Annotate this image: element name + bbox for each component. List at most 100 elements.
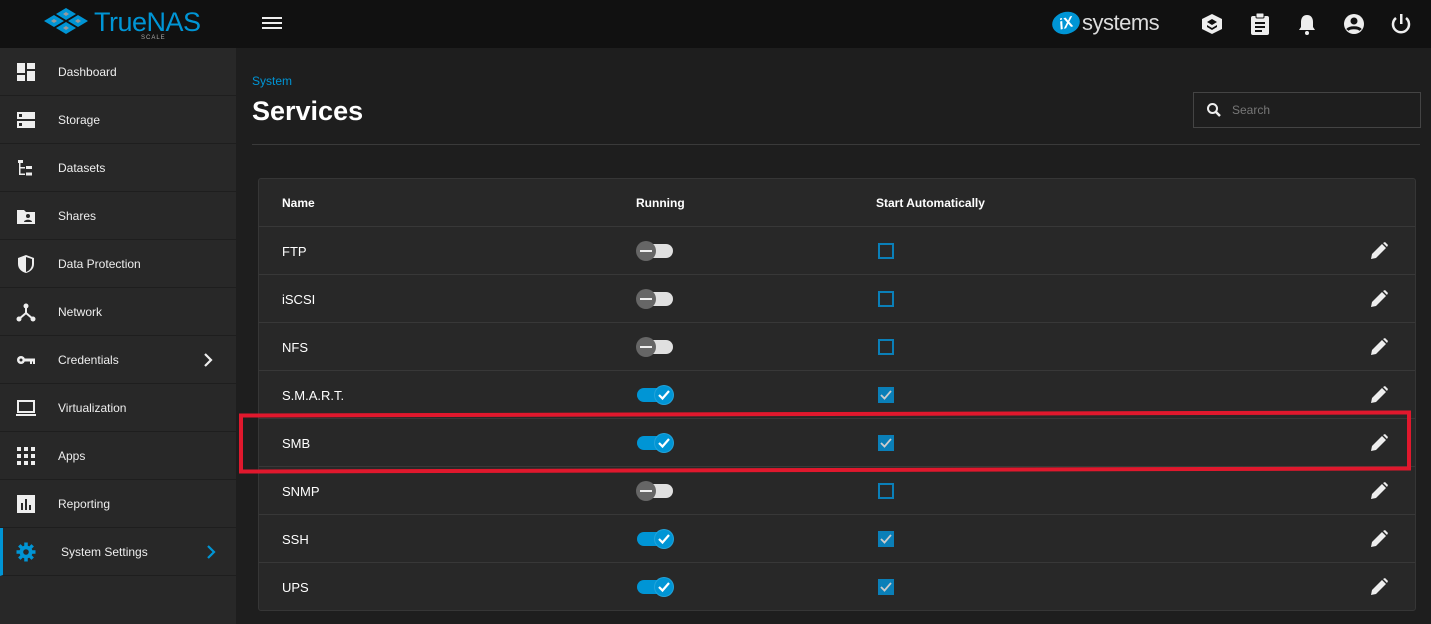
clipboard-icon[interactable] <box>1248 12 1272 36</box>
ixsystems-logo[interactable]: iX systems <box>1049 8 1160 38</box>
service-name: UPS <box>282 579 309 595</box>
sidebar-item-credentials[interactable]: Credentials <box>0 336 236 384</box>
running-toggle[interactable] <box>636 337 673 357</box>
sidebar-item-label: Reporting <box>58 496 111 511</box>
sidebar-item-datasets[interactable]: Datasets <box>0 144 236 192</box>
sidebar-item-label: Credentials <box>58 352 119 367</box>
sidebar-item-network[interactable]: Network <box>0 288 236 336</box>
key-icon <box>16 350 36 370</box>
menu-toggle-button[interactable] <box>262 15 282 36</box>
start-automatically-checkbox[interactable] <box>878 291 894 307</box>
minus-icon <box>636 241 656 261</box>
service-name: SNMP <box>282 483 320 499</box>
sidebar-item-shares[interactable]: Shares <box>0 192 236 240</box>
search-box[interactable] <box>1193 92 1421 128</box>
check-icon <box>880 390 892 400</box>
hamburger-icon <box>262 17 282 29</box>
running-toggle[interactable] <box>637 577 674 597</box>
search-input[interactable] <box>1232 103 1387 117</box>
account-icon[interactable] <box>1342 12 1366 36</box>
sidebar-item-dashboard[interactable]: Dashboard <box>0 48 236 96</box>
start-automatically-checkbox[interactable] <box>878 579 894 595</box>
table-row: SSH <box>259 515 1415 563</box>
edit-button[interactable] <box>1369 515 1389 563</box>
sidebar-item-system-settings[interactable]: System Settings <box>0 528 236 576</box>
minus-icon <box>636 289 656 309</box>
divider <box>252 144 1420 145</box>
sidebar-item-virtualization[interactable]: Virtualization <box>0 384 236 432</box>
service-name: iSCSI <box>282 291 316 307</box>
edit-button[interactable] <box>1369 467 1389 515</box>
sidebar-item-label: Datasets <box>58 160 106 175</box>
chevron-right-icon <box>203 352 213 373</box>
service-name: FTP <box>282 243 307 259</box>
ix-mark: iX <box>1049 8 1083 38</box>
sidebar-item-label: Storage <box>58 112 101 127</box>
table-row: SNMP <box>259 467 1415 515</box>
pencil-icon <box>1371 530 1388 547</box>
sidebar-item-label: System Settings <box>61 544 148 559</box>
pencil-icon <box>1371 578 1388 595</box>
check-icon <box>654 529 674 549</box>
apps-icon <box>16 446 36 466</box>
breadcrumb[interactable]: System <box>252 74 292 88</box>
service-name: SSH <box>282 531 309 547</box>
edit-button[interactable] <box>1369 563 1389 611</box>
pencil-icon <box>1371 242 1388 259</box>
sidebar-item-label: Data Protection <box>58 256 141 271</box>
minus-icon <box>636 481 656 501</box>
brand-edition: SCALE <box>141 35 166 41</box>
start-automatically-checkbox[interactable] <box>878 483 894 499</box>
table-row: UPS <box>259 563 1415 611</box>
start-automatically-checkbox[interactable] <box>878 387 894 403</box>
truecommand-icon[interactable] <box>1200 12 1224 36</box>
edit-button[interactable] <box>1369 227 1389 275</box>
sidebar-item-label: Apps <box>58 448 86 463</box>
brand-name: TrueNAS <box>94 6 201 37</box>
start-automatically-checkbox[interactable] <box>878 243 894 259</box>
edit-button[interactable] <box>1369 275 1389 323</box>
dashboard-icon <box>16 62 36 82</box>
sidebar-item-label: Dashboard <box>58 64 117 79</box>
minus-icon <box>636 337 656 357</box>
running-toggle[interactable] <box>637 529 674 549</box>
search-icon <box>1207 103 1221 117</box>
storage-icon <box>16 110 36 130</box>
running-toggle[interactable] <box>636 289 673 309</box>
top-bar: TrueNAS SCALE iX systems <box>0 0 1431 48</box>
highlight-box <box>239 410 1411 474</box>
pencil-icon <box>1371 482 1388 499</box>
header-start-automatically[interactable]: Start Automatically <box>876 179 985 227</box>
page-title: Services <box>252 96 364 126</box>
start-automatically-checkbox[interactable] <box>878 531 894 547</box>
pencil-icon <box>1371 290 1388 307</box>
bell-icon[interactable] <box>1295 12 1319 36</box>
truenas-logo[interactable]: TrueNAS SCALE <box>44 6 201 41</box>
vendor-name: systems <box>1082 10 1160 35</box>
sidebar-item-storage[interactable]: Storage <box>0 96 236 144</box>
pencil-icon <box>1371 386 1388 403</box>
sidebar-item-apps[interactable]: Apps <box>0 432 236 480</box>
gear-icon <box>16 542 36 562</box>
sidebar-item-label: Network <box>58 304 103 319</box>
datasets-icon <box>16 158 36 178</box>
header-name[interactable]: Name <box>282 179 315 227</box>
running-toggle[interactable] <box>636 481 673 501</box>
table-header: Name Running Start Automatically <box>259 179 1415 227</box>
pencil-icon <box>1371 338 1388 355</box>
power-icon[interactable] <box>1389 12 1413 36</box>
check-icon <box>654 577 674 597</box>
running-toggle[interactable] <box>637 385 674 405</box>
truenas-logo-icon <box>44 8 88 34</box>
header-running[interactable]: Running <box>636 179 685 227</box>
table-row: iSCSI <box>259 275 1415 323</box>
running-toggle[interactable] <box>636 241 673 261</box>
chevron-right-icon <box>206 544 216 565</box>
check-icon <box>654 385 674 405</box>
shares-icon <box>16 206 36 226</box>
chart-icon <box>16 494 36 514</box>
start-automatically-checkbox[interactable] <box>878 339 894 355</box>
edit-button[interactable] <box>1369 323 1389 371</box>
sidebar-item-reporting[interactable]: Reporting <box>0 480 236 528</box>
sidebar-item-data-protection[interactable]: Data Protection <box>0 240 236 288</box>
